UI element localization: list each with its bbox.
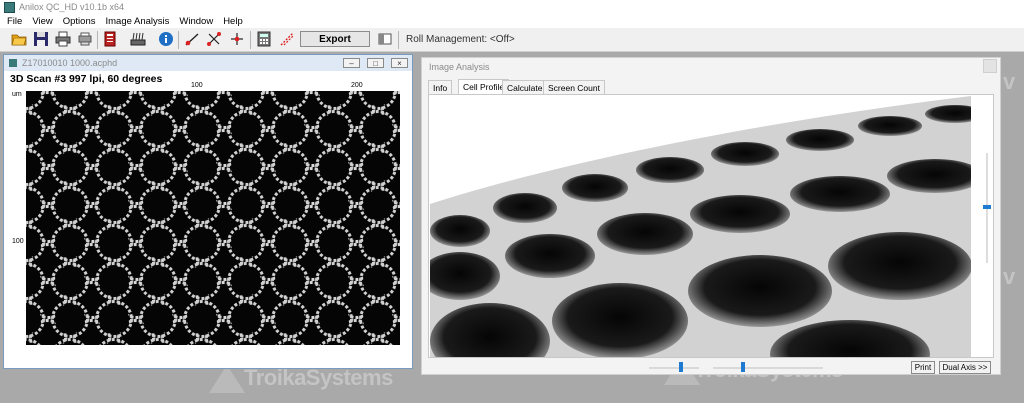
app-icon — [4, 1, 15, 13]
tab-info[interactable]: Info — [428, 80, 453, 94]
menu-image-analysis[interactable]: Image Analysis — [100, 16, 174, 27]
open-folder-icon[interactable] — [11, 31, 27, 47]
menu-window[interactable]: Window — [174, 16, 218, 27]
scan-device-icon[interactable] — [130, 31, 146, 47]
watermark-logo-icon — [209, 365, 245, 393]
screen-count-icon[interactable] — [279, 31, 295, 47]
close-button[interactable] — [983, 59, 997, 73]
menu-help[interactable]: Help — [218, 16, 248, 27]
toolbar-separator — [398, 31, 399, 49]
cell-profile-pane — [428, 94, 994, 358]
scan-window-titlebar[interactable]: Z17010010 1000.acphd – □ × — [4, 55, 412, 71]
menu-bar: File View Options Image Analysis Window … — [0, 14, 1024, 28]
panel-toggle-icon[interactable] — [377, 31, 393, 47]
menu-view[interactable]: View — [27, 16, 57, 27]
app-titlebar: Anilox QC_HD v10.1b x64 — [0, 0, 1024, 14]
measure-points-icon[interactable] — [206, 31, 222, 47]
print-icon[interactable] — [55, 31, 71, 47]
dual-axis-button[interactable]: Dual Axis >> — [939, 361, 991, 374]
measure-line-icon[interactable] — [184, 31, 200, 47]
cell-profile-3d-view[interactable] — [430, 96, 971, 357]
document-icon — [9, 59, 17, 67]
report-icon[interactable] — [103, 31, 119, 47]
horizontal-slider-2-track[interactable] — [713, 367, 823, 369]
unit-label: um — [12, 91, 22, 98]
toolbar-separator — [250, 31, 251, 49]
measure-cross-icon[interactable] — [229, 31, 245, 47]
toolbar-separator — [97, 31, 98, 49]
tab-screen-count[interactable]: Screen Count — [543, 80, 605, 94]
x-tick-label: 100 — [191, 82, 203, 89]
app-title: Anilox QC_HD v10.1b x64 — [19, 2, 125, 12]
image-analysis-title: Image Analysis — [429, 62, 490, 72]
info-icon[interactable] — [158, 31, 174, 47]
x-tick-label: 200 — [351, 82, 363, 89]
image-analysis-window[interactable]: Image Analysis Info Cell Profile Calcula… — [421, 57, 1001, 375]
close-button[interactable]: × — [391, 58, 408, 68]
toolbar-separator — [178, 31, 179, 49]
maximize-button[interactable]: □ — [367, 58, 384, 68]
minimize-button[interactable]: – — [343, 58, 360, 68]
scan-window[interactable]: Z17010010 1000.acphd – □ × 3D Scan #3 99… — [3, 54, 413, 369]
cell-grid-image — [26, 91, 400, 345]
horizontal-slider-2-thumb[interactable] — [741, 362, 745, 372]
calculator-icon[interactable] — [256, 31, 272, 47]
tab-calculate[interactable]: Calculate — [502, 80, 548, 94]
print-preview-icon[interactable] — [77, 31, 93, 47]
scan-window-title: Z17010010 1000.acphd — [22, 58, 118, 68]
cell-profile-render — [430, 96, 971, 357]
menu-file[interactable]: File — [2, 16, 27, 27]
export-button[interactable]: Export — [300, 31, 370, 47]
roll-management-status: Roll Management: <Off> — [406, 34, 515, 45]
scan-image[interactable] — [26, 91, 400, 345]
toolbar: Export Roll Management: <Off> — [0, 28, 1024, 52]
horizontal-slider-1-thumb[interactable] — [679, 362, 683, 372]
save-icon[interactable] — [33, 31, 49, 47]
top-ruler: 100 200 — [26, 82, 400, 90]
watermark-fragment: v — [1003, 264, 1016, 289]
horizontal-slider-1-track[interactable] — [649, 367, 699, 369]
vertical-slider-thumb[interactable] — [983, 205, 991, 209]
watermark-fragment: v — [1003, 69, 1016, 94]
menu-options[interactable]: Options — [58, 16, 101, 27]
print-button[interactable]: Print — [911, 361, 935, 374]
y-tick-label: 100 — [12, 238, 24, 245]
